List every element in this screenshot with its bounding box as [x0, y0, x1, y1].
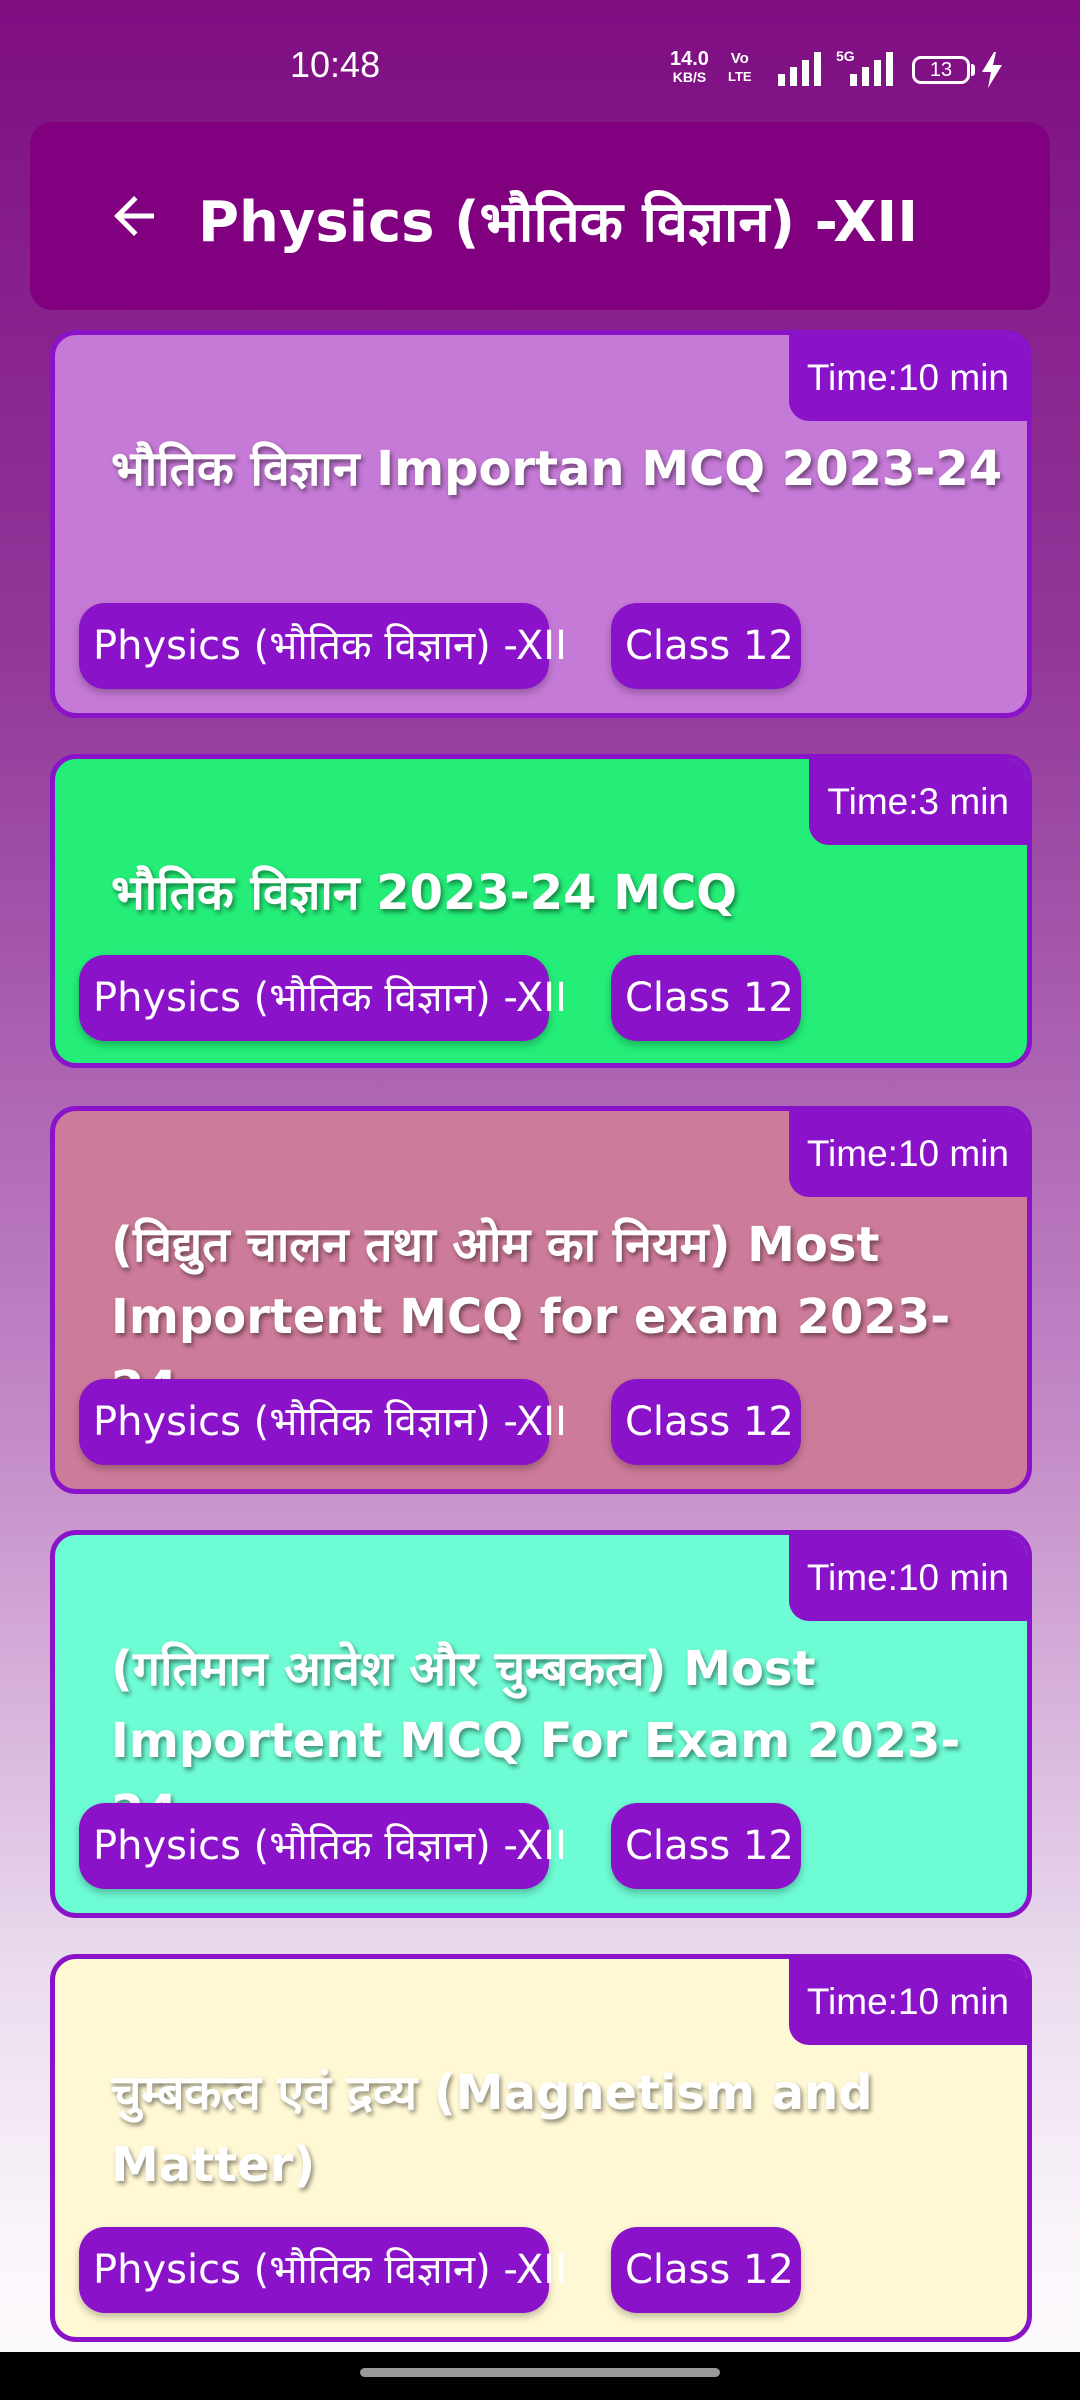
quiz-title: चुम्बकत्व एवं द्रव्य (Magnetism and Matt…	[111, 2065, 873, 2193]
subject-chip[interactable]: Physics (भौतिक विज्ञान) -XII	[79, 1803, 567, 1889]
arrow-left-icon	[114, 196, 154, 236]
quiz-title: भौतिक विज्ञान 2023-24 MCQ	[111, 865, 738, 921]
app-bar: Physics (भौतिक विज्ञान) -XII	[30, 122, 1050, 310]
battery-tip	[971, 64, 975, 76]
class-chip[interactable]: Class 12	[611, 1379, 801, 1465]
class-chip[interactable]: Class 12	[611, 2227, 801, 2313]
time-badge: Time:3 min	[809, 759, 1027, 845]
time-badge: Time:10 min	[788, 335, 1027, 421]
subject-chip[interactable]: Physics (भौतिक विज्ञान) -XII	[79, 603, 567, 689]
signal-strength-5g-icon	[850, 52, 893, 86]
class-chip[interactable]: Class 12	[611, 1803, 801, 1889]
subject-chip[interactable]: Physics (भौतिक विज्ञान) -XII	[79, 1379, 567, 1465]
volte-indicator: Vo LTE	[728, 50, 752, 86]
time-badge: Time:10 min	[788, 1111, 1027, 1197]
signal-strength-icon	[778, 52, 821, 86]
status-bar: 10:48 14.0 KB/S Vo LTE 5G 13	[0, 0, 1080, 120]
quiz-card[interactable]: Time:10 min (गतिमान आवेश और चुम्बकत्व) M…	[50, 1530, 1032, 1918]
subject-chip[interactable]: Physics (भौतिक विज्ञान) -XII	[79, 2227, 567, 2313]
quiz-card[interactable]: Time:10 min भौतिक विज्ञान Importan MCQ 2…	[50, 330, 1032, 718]
quiz-card[interactable]: Time:10 min (विद्युत चालन तथा ओम का नियम…	[50, 1106, 1032, 1494]
network-speed: 14.0 KB/S	[670, 48, 709, 86]
subject-chip[interactable]: Physics (भौतिक विज्ञान) -XII	[79, 955, 567, 1041]
time-badge: Time:10 min	[788, 1535, 1027, 1621]
network-speed-value: 14.0	[670, 48, 709, 70]
battery-icon: 13	[912, 56, 970, 84]
class-chip[interactable]: Class 12	[611, 603, 801, 689]
home-gesture-handle[interactable]	[360, 2368, 720, 2377]
network-speed-unit: KB/S	[672, 69, 707, 85]
charging-icon	[982, 52, 1002, 88]
battery-level: 13	[929, 59, 953, 81]
quiz-card[interactable]: Time:3 min भौतिक विज्ञान 2023-24 MCQ Phy…	[50, 754, 1032, 1068]
volte-bottom-label: LTE	[728, 69, 752, 84]
status-time: 10:48	[290, 44, 381, 85]
back-button[interactable]	[90, 172, 178, 260]
class-chip[interactable]: Class 12	[611, 955, 801, 1041]
volte-top-label: Vo	[730, 50, 749, 67]
quiz-title: भौतिक विज्ञान Importan MCQ 2023-24	[111, 441, 1003, 497]
page-title: Physics (भौतिक विज्ञान) -XII	[198, 190, 919, 255]
time-badge: Time:10 min	[788, 1959, 1027, 2045]
quiz-card[interactable]: Time:10 min चुम्बकत्व एवं द्रव्य (Magnet…	[50, 1954, 1032, 2342]
